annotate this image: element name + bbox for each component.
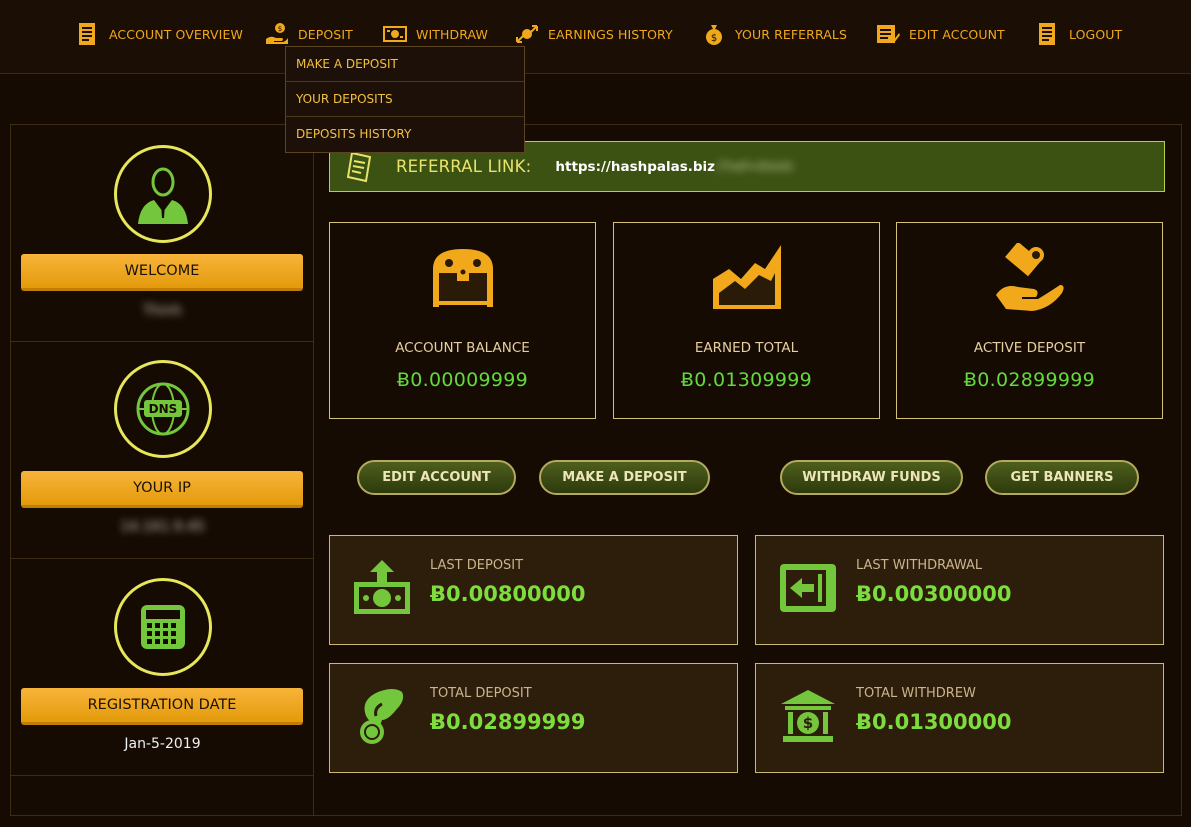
account-balance-value: Ƀ0.00009999	[396, 369, 529, 391]
dropdown-item-deposits-history[interactable]: DEPOSITS HISTORY	[286, 117, 524, 152]
last-deposit-label: LAST DEPOSIT	[430, 558, 524, 573]
hand-coin-icon	[360, 689, 404, 744]
account-balance-card: ACCOUNT BALANCE Ƀ0.00009999	[329, 222, 596, 419]
nav-label: LOGOUT	[1069, 26, 1123, 42]
registration-date-label: REGISTRATION DATE	[21, 688, 303, 725]
nav-edit-account[interactable]: EDIT ACCOUNT	[876, 20, 1005, 48]
your-ip-label: YOUR IP	[21, 471, 303, 508]
nav-label: DEPOSIT	[298, 26, 353, 42]
edit-account-button[interactable]: EDIT ACCOUNT	[357, 460, 516, 495]
user-avatar	[114, 145, 212, 243]
cash-upload-icon	[354, 560, 410, 614]
top-navigation: ACCOUNT OVERVIEW $ DEPOSIT WITHDRAW EARN…	[0, 0, 1191, 74]
registration-block: REGISTRATION DATE Jan-5-2019	[11, 559, 314, 776]
total-deposit-card: TOTAL DEPOSIT Ƀ0.02899999	[329, 663, 738, 773]
sidebar: WELCOME Thinh DNS YOUR IP 14.161.9.45 RE…	[11, 125, 314, 815]
growth-chart-icon	[712, 245, 781, 309]
dns-globe-icon: DNS	[136, 382, 190, 436]
coin-arrows-icon	[516, 25, 538, 43]
bank-icon: $	[781, 690, 835, 742]
total-withdrew-card: $ TOTAL WITHDREW Ƀ0.01300000	[755, 663, 1164, 773]
money-bag-icon: $	[706, 25, 722, 45]
welcome-label: WELCOME	[21, 254, 303, 291]
active-deposit-card: ACTIVE DEPOSIT Ƀ0.02899999	[896, 222, 1163, 419]
earned-total-label: EARNED TOTAL	[694, 340, 799, 356]
user-icon	[138, 167, 188, 224]
active-deposit-label: ACTIVE DEPOSIT	[973, 340, 1086, 356]
edit-document-icon	[877, 25, 900, 43]
calculator-icon	[141, 605, 185, 649]
atm-withdraw-icon	[780, 564, 836, 612]
referral-link-url[interactable]: https://hashpalas.biz	[555, 159, 715, 175]
dropdown-item-your-deposits[interactable]: YOUR DEPOSITS	[286, 82, 524, 117]
treasure-chest-icon	[432, 249, 493, 307]
account-balance-label: ACCOUNT BALANCE	[395, 340, 530, 356]
last-deposit-card: LAST DEPOSIT Ƀ0.00800000	[329, 535, 738, 645]
svg-text:$: $	[711, 33, 717, 44]
nav-label: YOUR REFERRALS	[735, 26, 847, 42]
username-value: Thinh	[142, 303, 183, 319]
withdraw-funds-button[interactable]: WITHDRAW FUNDS	[780, 460, 963, 495]
make-deposit-button[interactable]: MAKE A DEPOSIT	[539, 460, 710, 495]
nav-label: WITHDRAW	[416, 26, 488, 42]
svg-text:DNS: DNS	[149, 402, 178, 416]
referral-link-label: REFERRAL LINK:	[396, 157, 532, 176]
calendar-avatar	[114, 578, 212, 676]
nav-label: EDIT ACCOUNT	[909, 26, 1005, 42]
hand-coin-icon: $	[266, 23, 288, 44]
document-icon	[346, 151, 372, 182]
nav-label: EARNINGS HISTORY	[548, 26, 673, 42]
last-deposit-value: Ƀ0.00800000	[430, 582, 586, 606]
svg-text:$: $	[803, 714, 813, 732]
nav-withdraw[interactable]: WITHDRAW	[383, 20, 488, 48]
nav-logout[interactable]: LOGOUT	[1036, 20, 1122, 48]
nav-earnings-history[interactable]: EARNINGS HISTORY	[515, 20, 673, 48]
last-withdrawal-card: LAST WITHDRAWAL Ƀ0.00300000	[755, 535, 1164, 645]
dns-avatar: DNS	[114, 360, 212, 458]
ledger-icon	[79, 23, 95, 45]
deposit-dropdown-menu: MAKE A DEPOSIT YOUR DEPOSITS DEPOSITS HI…	[285, 46, 525, 153]
total-deposit-label: TOTAL DEPOSIT	[430, 686, 532, 701]
earned-total-card: EARNED TOTAL Ƀ0.01309999	[613, 222, 880, 419]
total-deposit-value: Ƀ0.02899999	[430, 710, 586, 734]
total-withdrew-label: TOTAL WITHDREW	[856, 686, 976, 701]
ip-block: DNS YOUR IP 14.161.9.45	[11, 342, 314, 559]
svg-text:$: $	[278, 25, 282, 33]
last-withdrawal-label: LAST WITHDRAWAL	[856, 558, 983, 573]
total-withdrew-value: Ƀ0.01300000	[856, 710, 1012, 734]
nav-account-overview[interactable]: ACCOUNT OVERVIEW	[76, 20, 243, 48]
hand-money-icon	[995, 243, 1064, 311]
nav-label: ACCOUNT OVERVIEW	[109, 26, 243, 42]
main-panel: WELCOME Thinh DNS YOUR IP 14.161.9.45 RE…	[10, 124, 1182, 816]
door-document-icon	[1039, 23, 1055, 45]
last-withdrawal-value: Ƀ0.00300000	[856, 582, 1012, 606]
nav-your-referrals[interactable]: $ YOUR REFERRALS	[702, 20, 847, 48]
ip-value: 14.161.9.45	[120, 519, 205, 535]
welcome-block: WELCOME Thinh	[11, 125, 314, 342]
nav-deposit[interactable]: $ DEPOSIT	[265, 20, 353, 48]
referral-link-hidden: /?ref=thinh	[717, 158, 794, 175]
registration-date-value: Jan-5-2019	[124, 736, 201, 752]
earned-total-value: Ƀ0.01309999	[680, 369, 813, 391]
get-banners-button[interactable]: GET BANNERS	[985, 460, 1139, 495]
active-deposit-value: Ƀ0.02899999	[963, 369, 1096, 391]
cash-icon	[383, 26, 407, 42]
dropdown-item-make-deposit[interactable]: MAKE A DEPOSIT	[286, 47, 524, 82]
